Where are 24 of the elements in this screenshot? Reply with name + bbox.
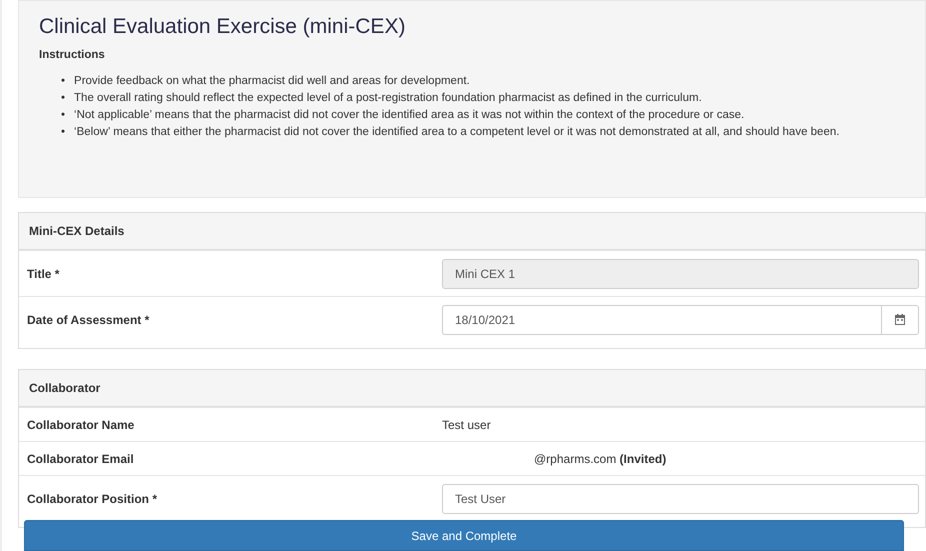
bullet: •	[61, 125, 66, 140]
field-label: Collaborator Name	[27, 418, 136, 432]
collaborator-email: @rpharms.com (Invited)	[533, 452, 668, 466]
collaborator-name: Test user	[442, 418, 492, 432]
instruction-item: ‘Below’ means that either the pharmacist did not cover the identified area to a competent level or it was not demonstrated at all, and should have been.	[74, 125, 840, 140]
instruction-item: The overall rating should reflect the expected level of a post-registration foundation pharmacist as defined in the curriculum.	[74, 91, 702, 106]
save-button[interactable]: Save and Complete	[24, 520, 904, 551]
bullet: •	[61, 91, 66, 106]
field-label: Date of Assessment *	[27, 312, 150, 326]
field-label: Collaborator Email	[27, 452, 135, 466]
calendar-button[interactable]	[881, 304, 919, 334]
page-title: Clinical Evaluation Exercise (mini-CEX)	[39, 15, 406, 39]
text-field[interactable]: Test User	[442, 484, 919, 514]
instruction-item: ‘Not applicable’ means that the pharmacist did not cover the identified area as it was not within the context of the procedure or case.	[74, 108, 744, 123]
field-label: Collaborator Position *	[27, 492, 158, 506]
calendar-icon	[895, 314, 905, 325]
instructions-heading: Instructions	[39, 49, 106, 61]
date-field[interactable]: 18/10/2021	[442, 304, 881, 334]
panel-heading: Collaborator	[29, 381, 100, 395]
bullet: •	[61, 74, 66, 89]
instruction-item: Provide feedback on what the pharmacist did well and areas for development.	[74, 74, 470, 89]
panel-heading: Mini-CEX Details	[29, 224, 124, 238]
field-label: Title *	[27, 266, 60, 280]
bullet: •	[61, 108, 66, 123]
